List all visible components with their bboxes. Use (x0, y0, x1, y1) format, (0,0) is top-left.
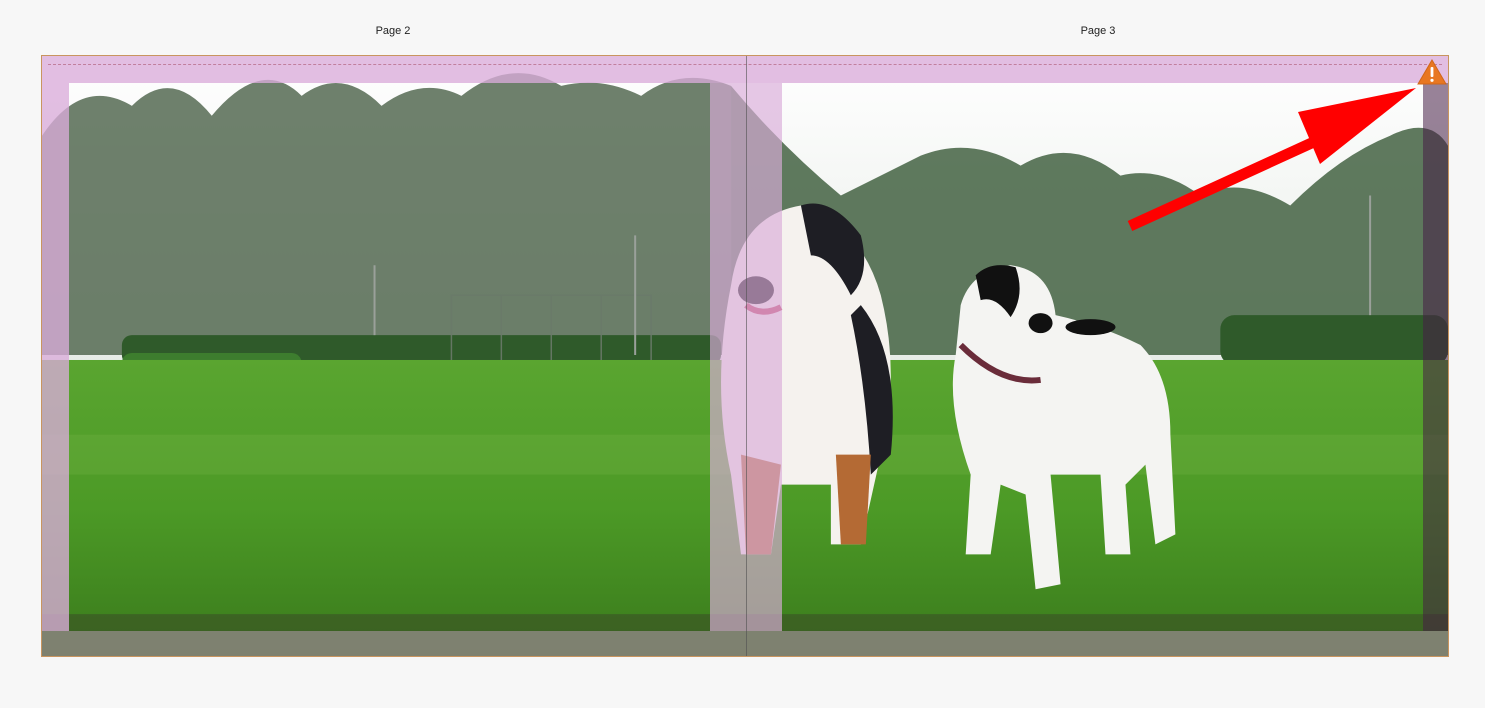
photo-spread[interactable] (41, 55, 1449, 657)
page-2-label: Page 2 (375, 25, 411, 37)
bleed-right (1423, 83, 1448, 631)
page-3-label: Page 3 (1080, 25, 1116, 37)
page-spine (746, 56, 747, 656)
safe-area-line (48, 64, 1442, 65)
warning-triangle-icon[interactable] (1417, 59, 1447, 85)
bleed-left (42, 83, 69, 631)
tree-line (42, 73, 732, 356)
